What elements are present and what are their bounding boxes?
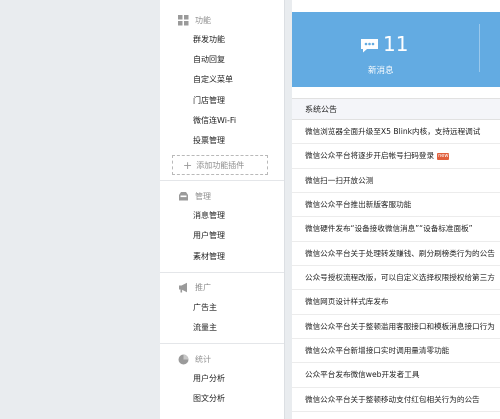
sidebar-section-header: 功能 [178,10,284,30]
notice-item[interactable]: 微信硬件发布“设备接收微信消息”“设备标准面板” [292,217,500,242]
sidebar-section-title: 推广 [195,283,211,293]
sidebar-section-title: 管理 [195,191,211,201]
plus-icon: + [183,158,193,172]
notice-link[interactable]: 微信公众平台关于整顿移动支付红包相关行为的公告 [305,395,480,404]
new-badge: new [437,152,450,160]
notice-item[interactable]: 微信公众平台将逐步开启帐号扫码登录 new [292,144,500,169]
notice-header: 系统公告 [292,98,500,120]
notice-item[interactable]: 微信网页设计样式库发布 [292,290,500,315]
notice-link[interactable]: 公众平台发布微信web开发者工具 [305,370,419,379]
notice-link[interactable]: 微信公众平台将逐步开启帐号扫码登录 [305,151,434,160]
main-content: 11 新消息 系统公告 微信浏览器全面升级至X5 Blink内核，支持远程调试 … [292,0,500,419]
notice-link[interactable]: 微信扫一扫开放公测 [305,176,373,185]
notice-item[interactable]: 微信浏览器全面升级至X5 Blink内核，支持远程调试 [292,120,500,145]
notice-list: 微信浏览器全面升级至X5 Blink内核，支持远程调试 微信公众平台将逐步开启帐… [292,120,500,413]
add-plugin-button[interactable]: + 添加功能插件 [172,155,268,176]
sidebar-section-header: 管理 [178,186,284,206]
sidebar-section-promotion: 推广 广告主 流量主 [160,278,284,338]
inbox-icon [178,191,189,202]
grid-icon [178,14,189,26]
page-background [0,0,160,419]
notice-link[interactable]: 微信公众平台新增接口实时调用量清零功能 [305,346,449,355]
notice-link[interactable]: 微信浏览器全面升级至X5 Blink内核，支持远程调试 [305,127,480,136]
stats-divider [479,24,480,72]
notice-item[interactable]: 微信公众平台推出新版客服功能 [292,193,500,218]
new-messages-count: 11 [383,32,409,56]
sidebar-section-title: 统计 [195,354,211,364]
sidebar-item-user-management[interactable]: 用户管理 [178,226,284,246]
notice-item[interactable]: 公众平台发布微信web开发者工具 [292,363,500,388]
sidebar-divider [160,180,284,182]
sidebar-divider [160,343,284,345]
sidebar-section-title: 功能 [195,15,211,25]
sidebar-item-auto-reply[interactable]: 自动回复 [178,50,284,70]
sidebar-item-material-management[interactable]: 素材管理 [178,247,284,267]
sidebar-item-mass-send[interactable]: 群发功能 [178,30,284,50]
notice-link[interactable]: 微信硬件发布“设备接收微信消息”“设备标准面板” [305,224,473,233]
megaphone-icon [178,282,189,293]
new-messages-label: 新消息 [368,66,394,76]
pie-chart-icon [178,354,189,365]
notice-item[interactable]: 微信公众平台关于整顿移动支付红包相关行为的公告 [292,388,500,413]
add-plugin-label: 添加功能插件 [196,160,245,170]
message-bubble-icon [360,38,379,53]
notice-item[interactable]: 微信公众平台关于整顿滥用客服接口和模板消息接口行为 [292,315,500,340]
notice-link[interactable]: 微信公众平台关于整顿滥用客服接口和模板消息接口行为 [305,322,495,331]
sidebar-item-traffic-owner[interactable]: 流量主 [178,318,284,338]
notice-item[interactable]: 公众号授权流程改版，可以自定义选择权限授权给第三方 [292,266,500,291]
sidebar-divider [160,271,284,273]
sidebar-item-advertiser[interactable]: 广告主 [178,298,284,318]
sidebar-item-article-analysis[interactable]: 图文分析 [178,389,284,409]
sidebar-section-header: 统计 [178,349,284,369]
new-messages-card[interactable]: 11 新消息 [292,12,500,87]
notice-link[interactable]: 微信公众平台关于处理转发赚钱、刷分刷榜类行为的公告 [305,249,495,258]
sidebar-item-store-management[interactable]: 门店管理 [178,91,284,111]
sidebar: 功能 群发功能 自动回复 自定义菜单 门店管理 微信连Wi-Fi 投票管理 + … [160,0,285,419]
notice-item[interactable]: 微信扫一扫开放公测 [292,169,500,194]
sidebar-section-features: 功能 群发功能 自动回复 自定义菜单 门店管理 微信连Wi-Fi 投票管理 [160,10,284,151]
sidebar-section-header: 推广 [178,278,284,298]
sidebar-item-custom-menu[interactable]: 自定义菜单 [178,70,284,90]
sidebar-item-vote-management[interactable]: 投票管理 [178,131,284,151]
sidebar-section-statistics: 统计 用户分析 图文分析 [160,349,284,409]
notice-link[interactable]: 公众号授权流程改版，可以自定义选择权限授权给第三方 [305,273,495,282]
notice-item[interactable]: 微信公众平台新增接口实时调用量清零功能 [292,339,500,364]
sidebar-item-user-analysis[interactable]: 用户分析 [178,369,284,389]
sidebar-item-wifi[interactable]: 微信连Wi-Fi [178,111,284,131]
sidebar-item-message-management[interactable]: 消息管理 [178,206,284,226]
notice-item[interactable]: 微信公众平台关于处理转发赚钱、刷分刷榜类行为的公告 [292,242,500,267]
sidebar-section-management: 管理 消息管理 用户管理 素材管理 [160,186,284,267]
notice-link[interactable]: 微信网页设计样式库发布 [305,297,389,306]
notice-link[interactable]: 微信公众平台推出新版客服功能 [305,200,411,209]
